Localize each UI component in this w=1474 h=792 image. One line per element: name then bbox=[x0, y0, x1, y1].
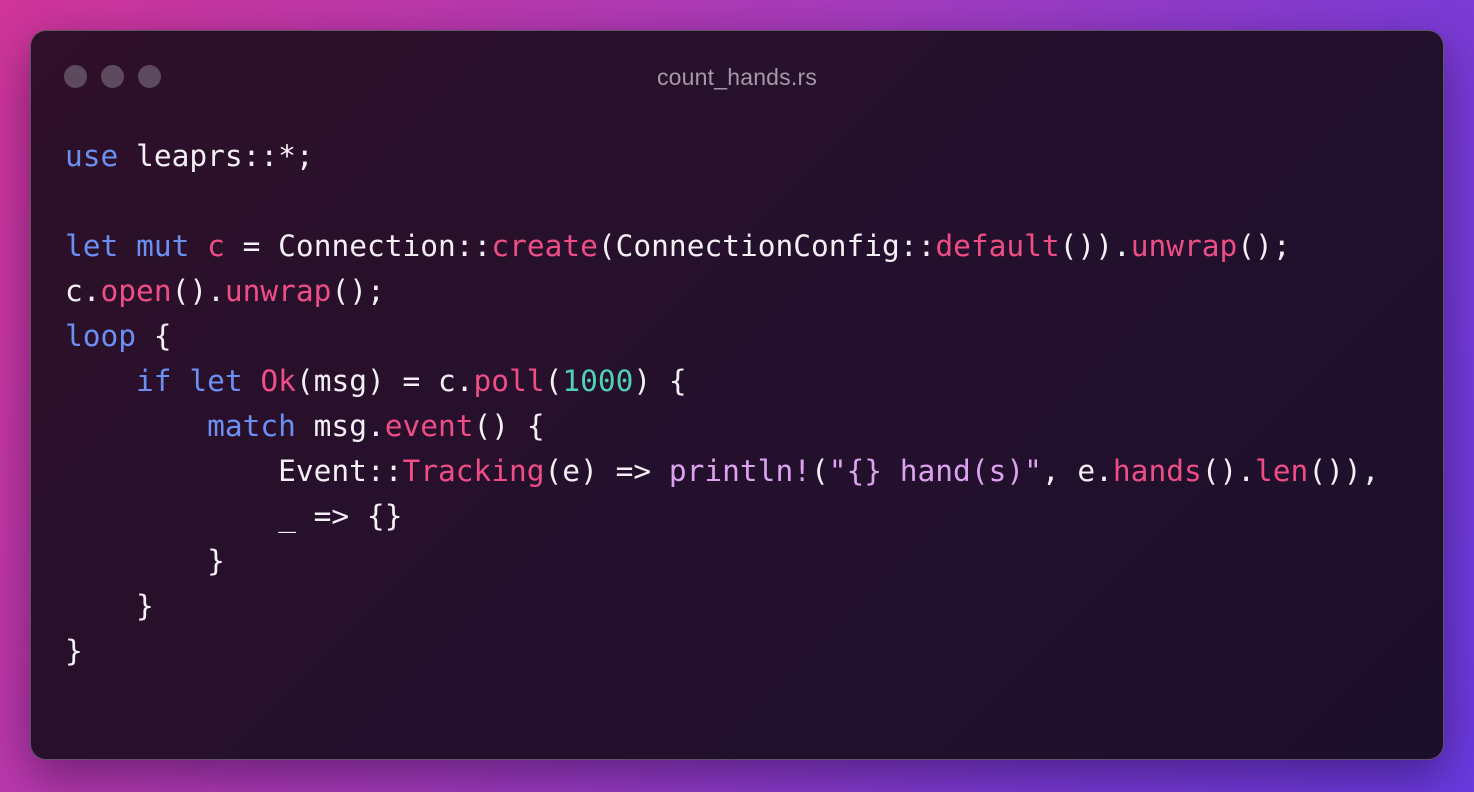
code-line: loop { bbox=[65, 314, 1379, 359]
code-token: len bbox=[1255, 454, 1309, 488]
code-token: (e) => bbox=[544, 454, 669, 488]
code-token: open bbox=[100, 274, 172, 308]
code-token: println! bbox=[668, 454, 811, 488]
code-token: unwrap bbox=[224, 274, 332, 308]
code-token: c bbox=[207, 229, 225, 263]
code-line: match msg.event() { bbox=[65, 404, 1379, 449]
code-line: let mut c = Connection::create(Connectio… bbox=[65, 224, 1379, 269]
code-token: match bbox=[207, 409, 296, 443]
code-token: if bbox=[136, 364, 172, 398]
code-line: } bbox=[65, 629, 1379, 674]
code-token: (ConnectionConfig:: bbox=[597, 229, 936, 263]
code-token: Event:: bbox=[65, 454, 403, 488]
code-token: ( bbox=[810, 454, 829, 488]
code-token: create bbox=[491, 229, 598, 263]
code-token: (); bbox=[1237, 229, 1291, 263]
code-token: mut bbox=[136, 229, 190, 263]
code-line: ​ bbox=[65, 179, 1379, 224]
code-token: } bbox=[65, 634, 83, 668]
code-token: () { bbox=[473, 409, 545, 443]
code-line: } bbox=[65, 539, 1379, 584]
code-token: let bbox=[189, 364, 243, 398]
code-token: hands bbox=[1112, 454, 1202, 488]
code-token: ) { bbox=[633, 364, 687, 398]
code-token: , e. bbox=[1041, 454, 1113, 488]
code-token: unwrap bbox=[1130, 229, 1238, 263]
code-token: = Connection:: bbox=[224, 229, 492, 263]
code-token: ()). bbox=[1059, 229, 1131, 263]
code-token: let bbox=[65, 229, 119, 263]
code-line: _ => {} bbox=[65, 494, 1379, 539]
code-line: c.open().unwrap(); bbox=[65, 269, 1379, 314]
window-titlebar: count_hands.rs bbox=[31, 31, 1443, 123]
code-token: poll bbox=[473, 364, 545, 398]
code-token: } bbox=[65, 589, 154, 623]
code-block: use leaprs::*;​let mut c = Connection::c… bbox=[65, 134, 1379, 674]
code-token: Tracking bbox=[402, 454, 545, 488]
code-token: event bbox=[384, 409, 474, 443]
code-token: msg. bbox=[295, 409, 385, 443]
code-token: default bbox=[935, 229, 1060, 263]
code-token: (). bbox=[1201, 454, 1256, 488]
code-token: 1000 bbox=[562, 364, 634, 398]
code-window: count_hands.rs use leaprs::*;​let mut c … bbox=[30, 30, 1444, 760]
code-token: ()), bbox=[1308, 454, 1380, 488]
code-token: { bbox=[136, 319, 172, 353]
code-line: Event::Tracking(e) => println!("{} hand(… bbox=[65, 449, 1379, 494]
code-token: _ => {} bbox=[65, 499, 403, 533]
code-token: (); bbox=[331, 274, 385, 308]
code-token: (msg) = c. bbox=[295, 364, 474, 398]
code-line: if let Ok(msg) = c.poll(1000) { bbox=[65, 359, 1379, 404]
code-token: ( bbox=[544, 364, 563, 398]
code-token: "{} hand(s)" bbox=[828, 454, 1042, 488]
code-token: use bbox=[65, 139, 119, 173]
code-token: leaprs::*; bbox=[118, 139, 314, 173]
code-token: } bbox=[65, 544, 225, 578]
code-token: c. bbox=[65, 274, 101, 308]
code-line: } bbox=[65, 584, 1379, 629]
window-title: count_hands.rs bbox=[656, 64, 818, 90]
code-line: use leaprs::*; bbox=[65, 134, 1379, 179]
code-token: loop bbox=[65, 319, 137, 353]
code-token: Ok bbox=[260, 364, 296, 398]
code-token: (). bbox=[171, 274, 225, 308]
